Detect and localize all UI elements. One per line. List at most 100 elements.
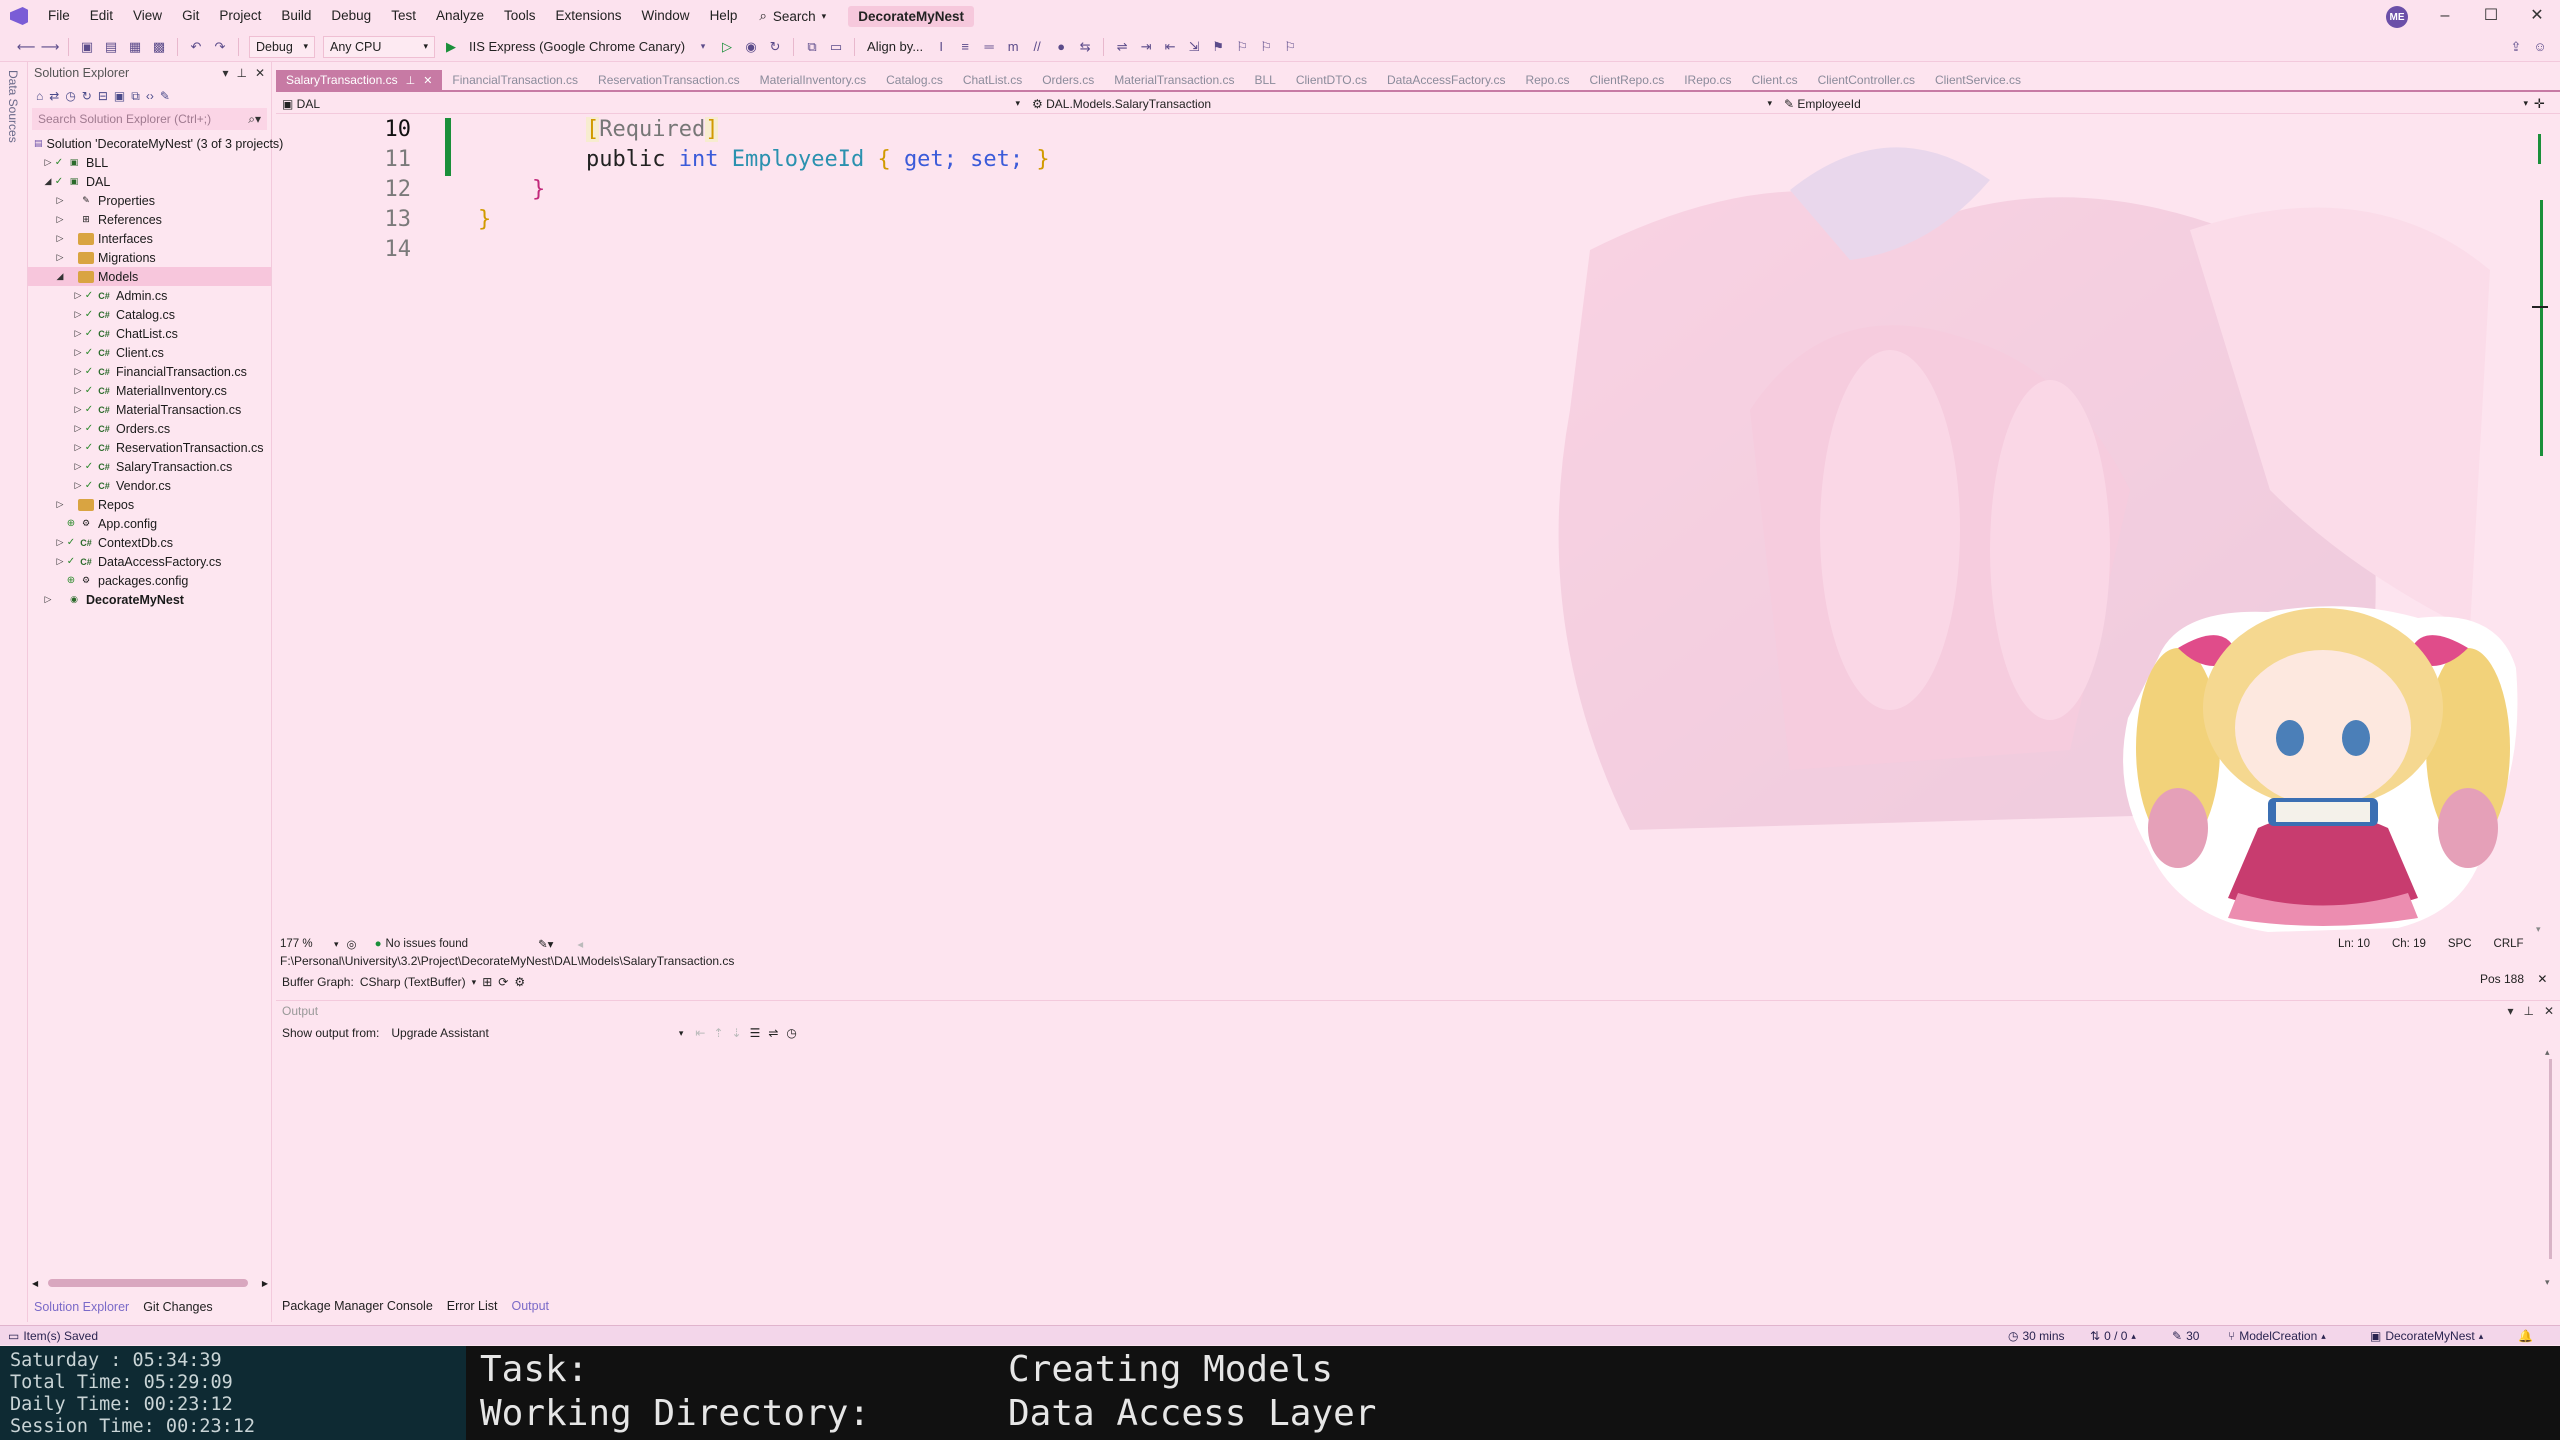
tree-node[interactable]: ⊕ ⚙ App.config xyxy=(28,514,271,533)
tree-node[interactable]: ▷ ✓ C# FinancialTransaction.cs xyxy=(28,362,271,381)
close-icon[interactable]: ✕ xyxy=(2537,972,2547,986)
tree-node[interactable]: ▷ ⊞ References xyxy=(28,210,271,229)
document-tab[interactable]: ClientRepo.cs xyxy=(1580,70,1675,90)
close-window-button[interactable]: ✕ xyxy=(2514,0,2560,32)
menu-item-debug[interactable]: Debug xyxy=(321,0,381,32)
copilot-icon[interactable]: ◎ xyxy=(347,937,357,951)
bottom-tab[interactable]: Output xyxy=(512,1299,550,1313)
tree-node[interactable]: ▷ Migrations xyxy=(28,248,271,267)
indent-icon[interactable]: ⇥ xyxy=(1138,39,1154,55)
tree-node[interactable]: ▷ Interfaces xyxy=(28,229,271,248)
uncomment-icon[interactable]: ⇲ xyxy=(1186,39,1202,55)
document-tab[interactable]: ClientController.cs xyxy=(1808,70,1925,90)
char-indicator[interactable]: Ch: 19 xyxy=(2392,938,2426,950)
expand-arrow-icon[interactable]: ▷ xyxy=(72,309,84,320)
whitespace-indicator[interactable]: SPC xyxy=(2448,938,2472,950)
chevron-down-icon[interactable]: ▾ xyxy=(222,66,228,80)
document-tab[interactable]: FinancialTransaction.cs xyxy=(442,70,588,90)
user-avatar[interactable]: ME xyxy=(2386,6,2408,28)
chevron-up-icon[interactable]: ▴ xyxy=(2321,1331,2326,1342)
search-box[interactable]: ⌕ Search ▾ xyxy=(747,8,838,24)
panel-tab[interactable]: Git Changes xyxy=(143,1300,212,1314)
align-equals-icon[interactable]: ═ xyxy=(981,39,997,55)
expand-arrow-icon[interactable]: ◢ xyxy=(54,271,66,282)
configuration-select[interactable]: Debug ▾ xyxy=(249,35,315,58)
notifications-icon[interactable]: 🔔 xyxy=(2518,1329,2533,1343)
menu-item-analyze[interactable]: Analyze xyxy=(426,0,494,32)
expand-arrow-icon[interactable]: ▷ xyxy=(72,480,84,491)
back-icon[interactable]: ⟵ xyxy=(17,39,36,55)
solution-search-input[interactable]: Search Solution Explorer (Ctrl+;) ⌕▾ xyxy=(32,108,267,130)
chevron-down-icon[interactable]: ▾ xyxy=(695,39,711,55)
new-project-icon[interactable]: ▣ xyxy=(79,39,95,55)
menu-item-git[interactable]: Git xyxy=(172,0,209,32)
code-cleanup-icon[interactable]: ✎▾ xyxy=(538,937,553,951)
document-tab[interactable]: ClientService.cs xyxy=(1925,70,2031,90)
bookmark-icon[interactable]: ⚑ xyxy=(1210,39,1226,55)
git-sync-status[interactable]: 0 / 0 xyxy=(2104,1329,2127,1343)
comment-icon[interactable]: // xyxy=(1029,39,1045,55)
panel-tab[interactable]: Solution Explorer xyxy=(34,1300,129,1314)
expand-arrow-icon[interactable]: ▷ xyxy=(54,233,66,244)
data-sources-tab[interactable]: Data Sources xyxy=(6,70,20,143)
align-by-button[interactable]: Align by... xyxy=(861,39,929,54)
tree-node[interactable]: ▷ ✓ C# Client.cs xyxy=(28,343,271,362)
tree-node[interactable]: ▷ ✓ C# Vendor.cs xyxy=(28,476,271,495)
tree-node[interactable]: ▷ ✓ C# DataAccessFactory.cs xyxy=(28,552,271,571)
output-source-select[interactable]: Upgrade Assistant ▾ xyxy=(387,1023,687,1043)
expand-arrow-icon[interactable]: ▷ xyxy=(72,347,84,358)
maximize-button[interactable]: ☐ xyxy=(2468,0,2514,32)
bottom-tab[interactable]: Package Manager Console xyxy=(282,1299,433,1313)
vertical-scrollbar[interactable]: ▾ xyxy=(2528,116,2552,936)
step-icon[interactable]: ⇆ xyxy=(1077,39,1093,55)
collapse-all-icon[interactable]: ⊟ xyxy=(98,89,108,103)
menu-item-project[interactable]: Project xyxy=(209,0,271,32)
tree-node[interactable]: ▷ ✓ ▣ BLL xyxy=(28,153,271,172)
outdent-icon[interactable]: ⇤ xyxy=(1162,39,1178,55)
feedback-icon[interactable]: ☺ xyxy=(2532,39,2548,55)
pending-changes[interactable]: 30 xyxy=(2186,1329,2199,1343)
menu-item-test[interactable]: Test xyxy=(381,0,426,32)
format-icon[interactable]: ⇌ xyxy=(1114,39,1130,55)
git-repo[interactable]: DecorateMyNest xyxy=(2385,1329,2474,1343)
browser-link-icon[interactable]: ⧉ xyxy=(804,39,820,55)
document-tab[interactable]: IRepo.cs xyxy=(1674,70,1741,90)
clear-bookmarks-icon[interactable]: ⚐ xyxy=(1282,39,1298,55)
chevron-down-icon[interactable]: ▾ xyxy=(472,977,477,988)
horizontal-scrollbar[interactable]: ◀ ▶ xyxy=(32,1276,268,1290)
open-folder-icon[interactable]: ▤ xyxy=(103,39,119,55)
align-icon[interactable]: ≡ xyxy=(957,39,973,55)
pin-icon[interactable]: ⊥ xyxy=(236,66,246,80)
tree-node[interactable]: ◢ Models xyxy=(28,267,271,286)
code-view-icon[interactable]: ‹› xyxy=(146,89,154,103)
document-tab[interactable]: MaterialInventory.cs xyxy=(750,70,876,90)
expand-arrow-icon[interactable]: ▷ xyxy=(72,461,84,472)
undo-icon[interactable]: ↶ xyxy=(188,39,204,55)
expand-arrow-icon[interactable]: ◢ xyxy=(42,176,54,187)
buffer-graph-select[interactable]: CSharp (TextBuffer) xyxy=(360,975,466,989)
expand-arrow-icon[interactable]: ▷ xyxy=(72,385,84,396)
copy-icon[interactable]: ⧉ xyxy=(131,89,140,104)
chevron-up-icon[interactable]: ▴ xyxy=(2131,1331,2136,1342)
save-all-icon[interactable]: ▩ xyxy=(151,39,167,55)
menu-item-file[interactable]: File xyxy=(38,0,80,32)
clear-all-icon[interactable]: ☰ xyxy=(750,1026,761,1040)
graph-refresh-icon[interactable]: ⟳ xyxy=(498,975,508,989)
pin-icon[interactable]: ⊥ xyxy=(406,74,416,87)
expand-arrow-icon[interactable]: ▷ xyxy=(42,594,54,605)
prev-bookmark-icon[interactable]: ⚐ xyxy=(1234,39,1250,55)
next-bookmark-icon[interactable]: ⚐ xyxy=(1258,39,1274,55)
expand-arrow-icon[interactable]: ▷ xyxy=(72,423,84,434)
align-m-icon[interactable]: m xyxy=(1005,39,1021,55)
output-scrollbar[interactable]: ▴ ▾ xyxy=(2540,1045,2560,1295)
redo-icon[interactable]: ↷ xyxy=(212,39,228,55)
refresh-icon[interactable]: ↻ xyxy=(767,39,783,55)
line-indicator[interactable]: Ln: 10 xyxy=(2338,938,2370,950)
expand-arrow-icon[interactable]: ▷ xyxy=(42,157,54,168)
start-without-debugging-icon[interactable]: ▷ xyxy=(719,39,735,55)
properties-icon[interactable]: ✎ xyxy=(160,89,170,103)
pin-icon[interactable]: ⊥ xyxy=(2523,1004,2533,1018)
bottom-tab[interactable]: Error List xyxy=(447,1299,498,1313)
menu-item-window[interactable]: Window xyxy=(632,0,700,32)
word-wrap-icon[interactable]: ⇌ xyxy=(768,1026,778,1040)
